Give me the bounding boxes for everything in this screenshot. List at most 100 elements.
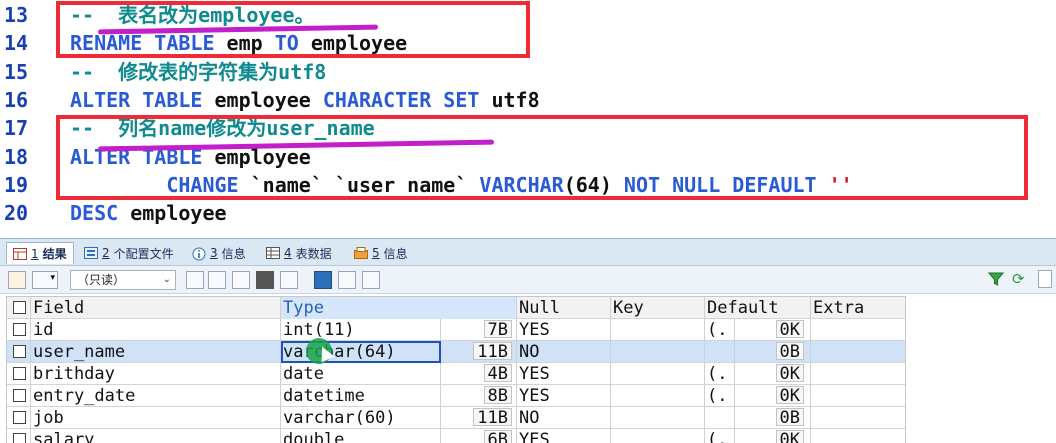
cell-default-prefix: (. xyxy=(705,319,735,341)
sql-editor[interactable]: 13 -- 表名改为employee。 14 RENAME TABLE emp TO … xyxy=(0,0,1056,238)
cell-null[interactable]: YES xyxy=(517,363,611,385)
cell-type[interactable]: varchar(64) xyxy=(281,341,441,363)
refresh-icon[interactable]: ⟳ xyxy=(1012,271,1028,287)
header-null[interactable]: Null xyxy=(517,297,611,319)
cell-key[interactable] xyxy=(611,319,705,341)
cell-key[interactable] xyxy=(611,429,705,443)
row-checkbox[interactable] xyxy=(13,411,26,424)
code-token: employee xyxy=(130,201,227,226)
line-number: 18 xyxy=(4,144,29,169)
table-row[interactable]: id int(11) 7B YES (. 0K xyxy=(7,319,905,341)
cell-field[interactable]: entry_date xyxy=(31,385,281,407)
header-type[interactable]: Type xyxy=(281,297,517,319)
cell-extra[interactable] xyxy=(811,319,907,341)
cell-extra[interactable] xyxy=(811,385,907,407)
duplicate-row-icon[interactable] xyxy=(208,271,226,289)
cell-type[interactable]: date xyxy=(281,363,441,385)
code-text: ALTER TABLE employee CHARACTER SET utf8 xyxy=(70,86,540,114)
filter-icon[interactable] xyxy=(987,271,1005,287)
row-checkbox-cell[interactable] xyxy=(7,429,31,443)
export-icon[interactable] xyxy=(8,271,26,289)
readonly-mode-select[interactable]: （只读） ⌄ xyxy=(70,270,176,290)
header-default[interactable]: Default xyxy=(705,297,811,319)
code-line[interactable]: 20 DESC employee xyxy=(0,199,1056,227)
table-row[interactable]: entry_date datetime 8B YES (. 0K xyxy=(7,385,905,407)
header-field[interactable]: Field xyxy=(31,297,281,319)
row-checkbox[interactable] xyxy=(13,367,26,380)
code-line[interactable]: 16 ALTER TABLE employee CHARACTER SET utf… xyxy=(0,86,1056,114)
cell-default[interactable]: 0K xyxy=(735,363,811,385)
cell-field[interactable]: user_name xyxy=(31,341,281,363)
row-checkbox-cell[interactable] xyxy=(7,385,31,407)
select-all-checkbox-cell[interactable] xyxy=(7,297,31,319)
cell-default[interactable]: 0K xyxy=(735,385,811,407)
form-view-icon[interactable] xyxy=(338,271,356,289)
cell-key[interactable] xyxy=(611,407,705,429)
text-view-icon[interactable] xyxy=(362,271,380,289)
default-size-badge: 0K xyxy=(775,320,804,339)
result-grid: Field Type Null Key Default Extra id int(… xyxy=(6,296,906,443)
cell-key[interactable] xyxy=(611,363,705,385)
grid-menu-icon[interactable]: ▾ xyxy=(32,271,58,289)
header-key[interactable]: Key xyxy=(611,297,705,319)
cell-field[interactable]: job xyxy=(31,407,281,429)
delete-icon[interactable] xyxy=(256,271,274,289)
table-row[interactable]: brithday date 4B YES (. 0K xyxy=(7,363,905,385)
tab-message-num: 5 xyxy=(372,246,380,260)
annotation-box-change-column xyxy=(56,115,1028,200)
revert-icon[interactable] xyxy=(280,271,298,289)
cell-default[interactable]: 0K xyxy=(735,429,811,443)
cell-extra[interactable] xyxy=(811,407,907,429)
cell-type[interactable]: int(11) xyxy=(281,319,441,341)
row-checkbox[interactable] xyxy=(13,323,26,336)
default-size-badge: 0B xyxy=(775,342,804,361)
cell-type[interactable]: datetime xyxy=(281,385,441,407)
code-line[interactable]: 15 -- 修改表的字符集为utf8 xyxy=(0,58,1056,86)
more-options-icon[interactable] xyxy=(1038,270,1052,288)
cell-null[interactable]: YES xyxy=(517,429,611,443)
cell-type-size: 4B xyxy=(441,363,517,385)
table-row[interactable]: user_name varchar(64) 11B NO 0B xyxy=(7,341,905,363)
row-checkbox-cell[interactable] xyxy=(7,319,31,341)
row-checkbox-cell[interactable] xyxy=(7,341,31,363)
tab-result[interactable]: 1 结果 xyxy=(6,242,74,264)
table-row[interactable]: job varchar(60) 11B NO 0B xyxy=(7,407,905,429)
row-checkbox-cell[interactable] xyxy=(7,363,31,385)
tab-message[interactable]: 5 信息 xyxy=(354,242,408,264)
row-checkbox[interactable] xyxy=(13,345,26,358)
header-extra[interactable]: Extra xyxy=(811,297,907,319)
tab-info[interactable]: 3 信息 xyxy=(192,242,246,264)
cell-null[interactable]: NO xyxy=(517,407,611,429)
cell-null[interactable]: NO xyxy=(517,341,611,363)
cell-default[interactable]: 0B xyxy=(735,341,811,363)
cell-default[interactable]: 0K xyxy=(735,319,811,341)
row-checkbox-cell[interactable] xyxy=(7,407,31,429)
row-checkbox[interactable] xyxy=(13,389,26,402)
code-text: DESC employee xyxy=(70,199,227,227)
grid-view-icon[interactable] xyxy=(314,271,332,289)
cell-type-size: 8B xyxy=(441,385,517,407)
cell-null[interactable]: YES xyxy=(517,385,611,407)
insert-row-icon[interactable] xyxy=(186,271,204,289)
cell-field[interactable]: salary xyxy=(31,429,281,443)
cell-type[interactable]: double xyxy=(281,429,441,443)
cell-field[interactable]: id xyxy=(31,319,281,341)
select-all-checkbox[interactable] xyxy=(13,301,26,314)
cell-extra[interactable] xyxy=(811,363,907,385)
cell-extra[interactable] xyxy=(811,429,907,443)
save-icon[interactable] xyxy=(232,271,250,289)
row-checkbox[interactable] xyxy=(13,433,26,443)
table-row[interactable]: salary double 6B YES (. 0K xyxy=(7,429,905,443)
tab-table-data-num: 4 xyxy=(284,246,292,260)
cell-default[interactable]: 0B xyxy=(735,407,811,429)
cell-key[interactable] xyxy=(611,341,705,363)
tab-table-data[interactable]: 4 表数据 xyxy=(266,242,332,264)
cell-type[interactable]: varchar(60) xyxy=(281,407,441,429)
cell-field[interactable]: brithday xyxy=(31,363,281,385)
cell-key[interactable] xyxy=(611,385,705,407)
cell-null[interactable]: YES xyxy=(517,319,611,341)
cell-extra[interactable] xyxy=(811,341,907,363)
cell-default-prefix: (. xyxy=(705,385,735,407)
grid-header-row: Field Type Null Key Default Extra xyxy=(7,297,905,319)
tab-profile[interactable]: 2 个配置文件 xyxy=(84,242,174,264)
